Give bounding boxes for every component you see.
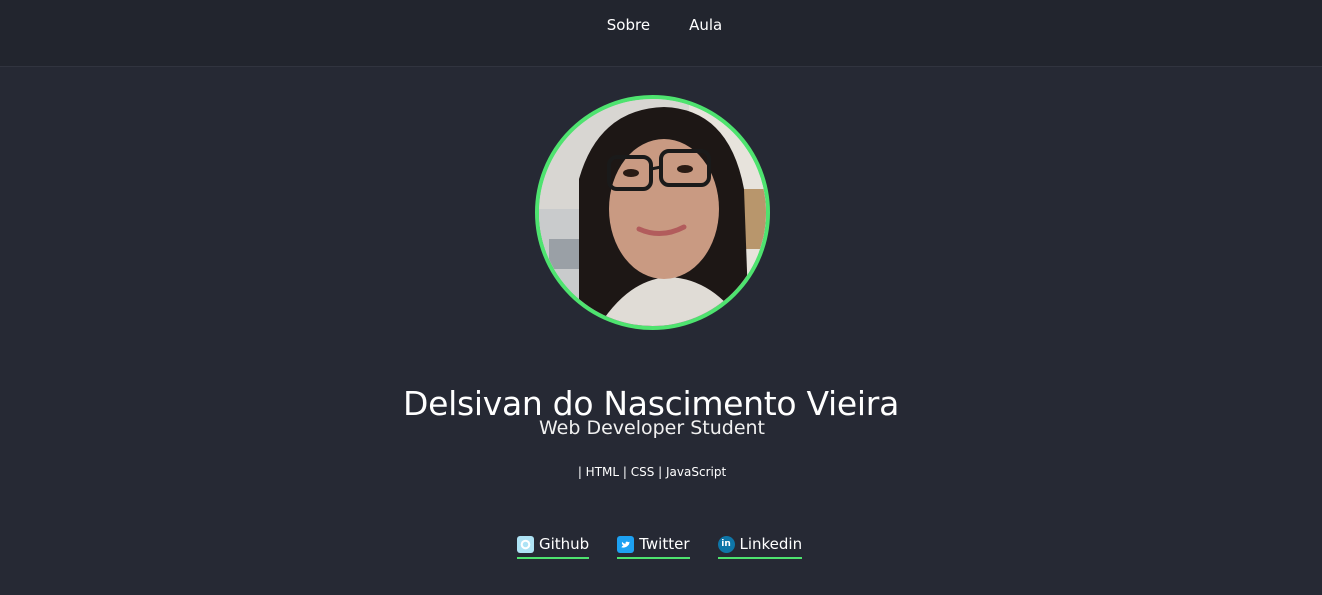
profile-skills: | HTML | CSS | JavaScript bbox=[577, 465, 727, 479]
github-icon bbox=[517, 535, 534, 553]
linkedin-link[interactable]: in Linkedin bbox=[717, 533, 803, 559]
twitter-icon bbox=[617, 535, 635, 553]
linkedin-label: Linkedin bbox=[739, 535, 803, 553]
profile-role: Web Developer Student bbox=[538, 417, 765, 439]
github-label: Github bbox=[539, 535, 590, 553]
profile-avatar bbox=[535, 95, 770, 330]
nav-link-sobre[interactable]: Sobre bbox=[600, 15, 650, 35]
twitter-label: Twitter bbox=[639, 535, 690, 553]
top-navbar: Sobre Aula bbox=[0, 0, 1322, 67]
social-links: Github Twitter in Linkedin bbox=[517, 533, 803, 559]
nav-link-aula[interactable]: Aula bbox=[682, 15, 722, 35]
github-link[interactable]: Github bbox=[517, 533, 590, 559]
linkedin-icon: in bbox=[717, 535, 735, 553]
twitter-link[interactable]: Twitter bbox=[617, 533, 690, 559]
nav-menu: Sobre Aula bbox=[0, 15, 1322, 35]
